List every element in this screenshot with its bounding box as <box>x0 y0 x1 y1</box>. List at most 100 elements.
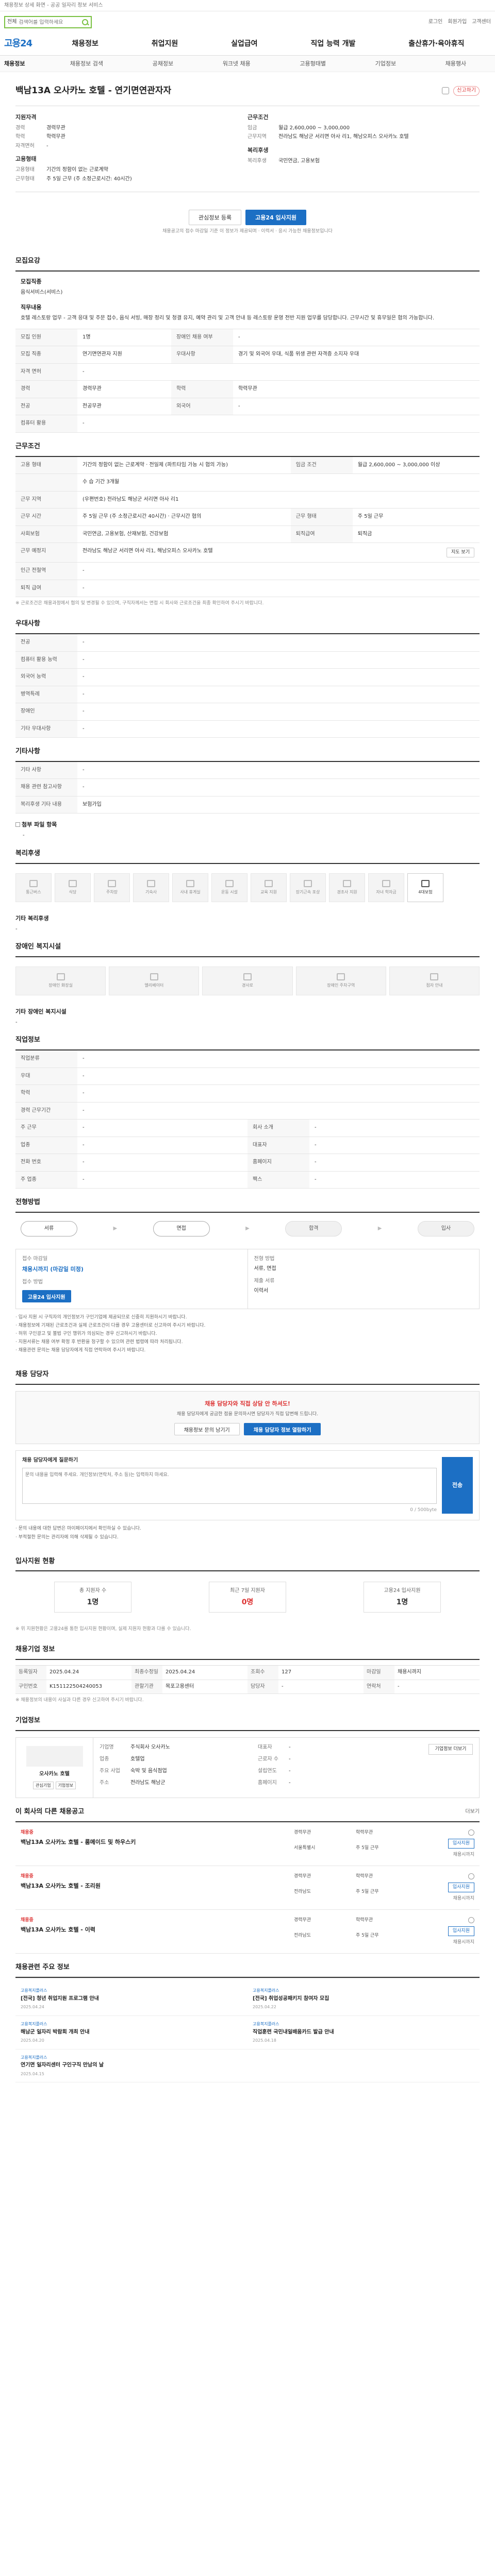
fav-company-button[interactable]: 관심기업 <box>33 1781 54 1790</box>
row-value: - <box>77 720 480 738</box>
section-title: 우대사항 <box>15 619 480 635</box>
star-icon[interactable] <box>468 1873 474 1880</box>
star-icon[interactable] <box>468 1917 474 1924</box>
recruit-job-value: 음식서비스(서비스) <box>21 289 63 295</box>
news-item[interactable] <box>248 2049 480 2083</box>
other-job-apply-button[interactable]: 입사지원 <box>448 1883 474 1893</box>
section-title: 채용관련 주요 정보 <box>15 1963 480 1978</box>
row-value: 국민연금, 고용보험, 산재보험, 건강보험 <box>77 526 291 544</box>
other-job-item[interactable]: 채용중 백남13A 오사카노 호텔 - 룸메이드 및 하우스키 경력무관 학력무관 서울… <box>15 1822 480 1867</box>
report-button[interactable]: 신고하기 <box>453 86 480 96</box>
news-title[interactable]: [전국] 취업성공패키지 참여자 모집 <box>253 1995 474 2003</box>
share-icon[interactable] <box>442 87 450 95</box>
other-job-title[interactable]: 백남13A 오사카노 호텔 - 조리원 <box>21 1882 294 1890</box>
row-key: 경력 근무기간 <box>15 1102 77 1120</box>
facility-label: 점자 안내 <box>426 983 443 988</box>
star-icon[interactable] <box>468 1829 474 1836</box>
section-title: 직업정보 <box>15 1036 480 1051</box>
inquiry-textarea[interactable] <box>22 1467 437 1504</box>
row-value: - <box>77 363 480 381</box>
info-value: 채용시까지 <box>398 1669 421 1675</box>
view-contact-button[interactable]: 채용 담당자 정보 열람하기 <box>243 1423 321 1436</box>
news-item[interactable]: 고용복지플러스 [전국] 청년 취업지원 프로그램 안내 2025.04.24 <box>15 1982 248 2016</box>
map-button[interactable]: 지도 보기 <box>447 548 474 558</box>
row-key: 회사 소개 <box>248 1119 309 1137</box>
section-recruit: 모집요강 모집직종 음식서비스(서비스) 직무내용 호텔 레스토랑 업무 - 고… <box>15 247 480 433</box>
row-value: - <box>77 1050 480 1068</box>
welfare-label: 주차장 <box>106 889 118 894</box>
apply-note: 채용관련 문의는 채용 담당자에게 직접 연락하여 주시기 바랍니다. <box>15 1347 480 1354</box>
subnav-item[interactable]: 공채정보 <box>153 60 173 68</box>
other-job-apply-button[interactable]: 입사지원 <box>448 1926 474 1937</box>
row-key: 퇴직급여 <box>290 526 353 544</box>
news-date: 2025.04.18 <box>253 2038 276 2043</box>
news-title[interactable]: 직업훈련 국민내일배움카드 발급 안내 <box>253 2029 474 2037</box>
subnav-item[interactable]: 채용행사 <box>446 60 466 68</box>
other-job-meta-item: 경력무관 <box>294 1830 311 1836</box>
send-button[interactable]: 전송 <box>442 1457 473 1514</box>
news-title[interactable]: 연기면 일자리센터 구인구직 만남의 날 <box>21 2062 242 2070</box>
gnb-item-jobs[interactable]: 채용정보 <box>72 39 98 49</box>
stat-card: 총 지원자 수 1명 <box>54 1582 131 1613</box>
gnb-item-support[interactable]: 취업지원 <box>152 39 178 49</box>
gnb-item-leave[interactable]: 출산휴가·육아휴직 <box>408 39 464 49</box>
info-item: 담당자 - <box>248 1680 364 1694</box>
subnav-item[interactable]: 고용형태별 <box>300 60 326 68</box>
company-more-button[interactable]: 기업정보 더보기 <box>428 1744 473 1755</box>
search-icon[interactable] <box>81 19 89 26</box>
other-job-apply-button[interactable]: 입사지원 <box>448 1839 474 1849</box>
company-item: 주요 사업 숙박 및 음식점업 <box>100 1768 258 1776</box>
other-job-meta: 경력무관 학력무관 전라남도 주 5일 근무 <box>294 1873 428 1902</box>
other-job-status: 채용중 <box>21 1918 34 1923</box>
welfare-icon <box>343 879 351 887</box>
company-key: 근로자 수 <box>258 1756 278 1762</box>
news-title[interactable]: 해남군 일자리 박람회 개최 안내 <box>21 2029 242 2037</box>
search-scope-select[interactable]: 전체 <box>7 19 16 26</box>
other-job-item[interactable]: 채용중 백남13A 오사카노 호텔 - 조리원 경력무관 학력무관 전라남도 주 5일 근… <box>15 1866 480 1910</box>
company-key: 업종 <box>100 1756 109 1762</box>
site-logo[interactable]: 고용24 <box>4 37 45 50</box>
signup-link[interactable]: 회원가입 <box>448 19 467 26</box>
gnb-item-training[interactable]: 직업 능력 개발 <box>310 39 355 49</box>
company-item: 기업명 주식회사 오사카노 <box>100 1744 258 1753</box>
other-job-actions: 입사지원 채용시까지 <box>428 1917 474 1946</box>
kv-key: 학력 <box>15 134 25 140</box>
gnb-item-benefit[interactable]: 실업급여 <box>231 39 258 49</box>
subnav-item[interactable]: 워크넷 채용 <box>223 60 251 68</box>
news-item[interactable]: 고용복지플러스 직업훈련 국민내일배움카드 발급 안내 2025.04.18 <box>248 2016 480 2049</box>
row-value: 월급 2,600,000 ~ 3,000,000 이상 <box>352 456 480 474</box>
row-value: - <box>77 415 480 433</box>
other-job-meta-item: 학력무관 <box>356 1918 373 1923</box>
help-link[interactable]: 고객센터 <box>472 19 491 26</box>
welfare-card: 기숙사 <box>133 873 169 902</box>
kv-value: 월급 2,600,000 ~ 3,000,000 <box>278 125 350 131</box>
news-item[interactable]: 고용복지플러스 [전국] 취업성공패키지 참여자 모집 2025.04.22 <box>248 1982 480 2016</box>
apply-button[interactable]: 고용24 입사지원 <box>245 210 307 226</box>
welfare-label: 식당 <box>69 889 77 894</box>
section-title: 근무조건 <box>15 442 480 457</box>
news-item[interactable]: 고용복지플러스 해남군 일자리 박람회 개최 안내 2025.04.20 <box>15 2016 248 2049</box>
other-job-item[interactable]: 채용중 백남13A 오사카노 호텔 - 이력 경력무관 학력무관 전라남도 주 5일 근무… <box>15 1910 480 1954</box>
row-value: - <box>77 562 480 580</box>
other-job-title[interactable]: 백남13A 오사카노 호텔 - 이력 <box>21 1926 294 1934</box>
more-link[interactable]: 더보기 <box>465 1808 480 1816</box>
stat-value: 0명 <box>241 1598 254 1606</box>
search-input[interactable] <box>19 19 79 25</box>
news-title[interactable]: [전국] 청년 취업지원 프로그램 안내 <box>21 1995 242 2003</box>
news-item[interactable]: 고용복지플러스 연기면 일자리센터 구인구직 만남의 날 2025.04.15 <box>15 2049 248 2083</box>
other-job-meta-item: 서울특별시 <box>294 1845 316 1851</box>
login-link[interactable]: 로그인 <box>428 19 443 26</box>
leave-inquiry-button[interactable]: 채용정보 문의 남기기 <box>174 1423 240 1436</box>
row-value: 주 5일 근무 <box>352 508 480 526</box>
subnav-item[interactable]: 채용정보 검색 <box>70 60 103 68</box>
company-value: - <box>289 1756 291 1762</box>
row-value: - <box>233 329 480 347</box>
facility-icon <box>56 973 65 981</box>
subnav-item[interactable]: 기업정보 <box>375 60 396 68</box>
company-info-button[interactable]: 기업정보 <box>55 1781 76 1790</box>
scrap-button[interactable]: 관심정보 등록 <box>188 210 242 226</box>
apply-online-button[interactable]: 고용24 입사지원 <box>22 1290 71 1303</box>
other-job-title[interactable]: 백남13A 오사카노 호텔 - 룸메이드 및 하우스키 <box>21 1838 294 1846</box>
stat-card: 고용24 입사지원 1명 <box>364 1582 441 1613</box>
disabled-card: 장애인 주차구역 <box>295 966 386 995</box>
